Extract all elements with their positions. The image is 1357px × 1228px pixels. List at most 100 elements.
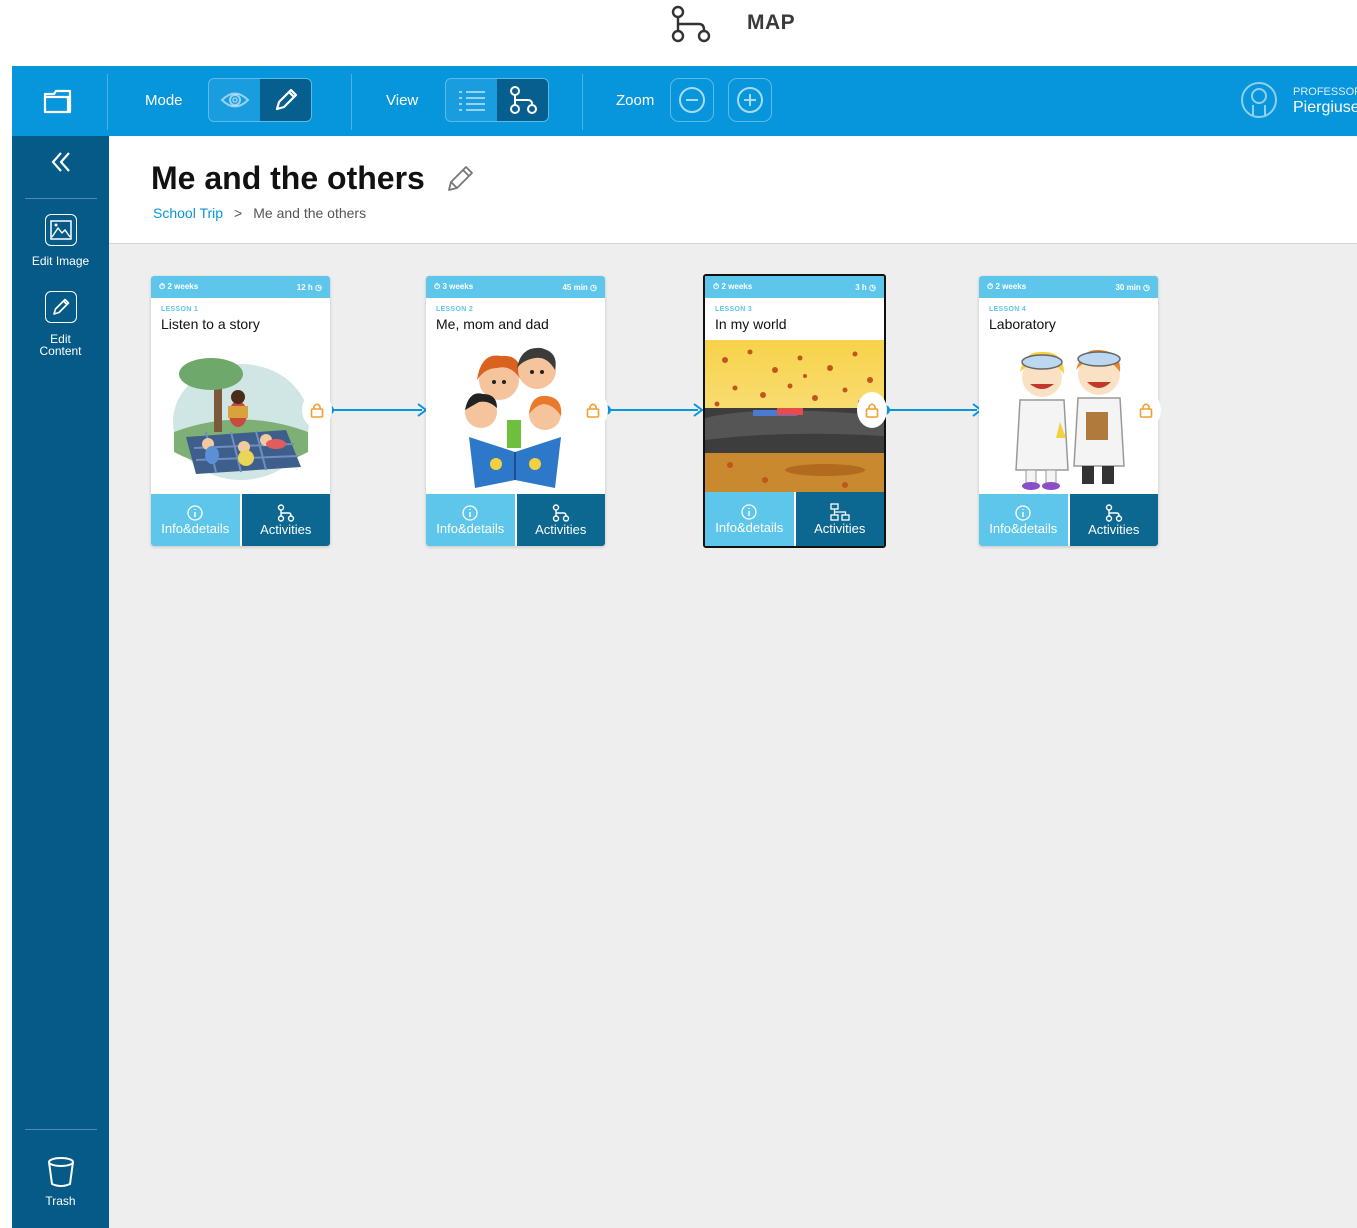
info-details-button[interactable]: Info&details — [979, 494, 1070, 546]
edit-title-pencil-icon[interactable] — [445, 164, 475, 194]
edit-content-label-line2: Content — [39, 344, 82, 358]
trash-button[interactable]: Trash — [12, 1156, 109, 1207]
card-lesson-number: LESSON 1 — [161, 306, 199, 313]
card-time: 45 min ◷ — [562, 282, 597, 292]
page-header: Me and the others School Trip > Me and the… — [109, 136, 1357, 244]
info-details-label: Info&details — [989, 520, 1058, 536]
activities-label: Activities — [1088, 521, 1140, 537]
card-title: In my world — [715, 316, 787, 332]
card-meta-bar: ⏱ 3 weeks 45 min ◷ — [426, 276, 605, 298]
breadcrumb-separator: > — [234, 205, 243, 221]
caption-title: MAP — [747, 11, 796, 34]
edit-image-button[interactable]: Edit Image — [12, 214, 109, 267]
lock-icon — [1139, 403, 1153, 418]
collapse-sidebar-button[interactable] — [12, 150, 109, 186]
activities-button[interactable]: Activities — [516, 494, 605, 546]
card-lesson-number: LESSON 3 — [715, 306, 753, 313]
map-icon — [509, 86, 537, 114]
info-icon — [741, 503, 757, 520]
lesson-connector — [330, 409, 422, 411]
card-meta-bar: ⏱ 2 weeks 30 min ◷ — [979, 276, 1158, 298]
info-details-label: Info&details — [161, 520, 230, 536]
edit-image-label: Edit Image — [31, 254, 90, 268]
mode-label: Mode — [145, 92, 183, 109]
card-title: Laboratory — [989, 316, 1056, 332]
lesson-connector — [885, 409, 977, 411]
info-details-label: Info&details — [436, 520, 505, 536]
activities-button[interactable]: Activities — [795, 492, 884, 546]
folder-icon[interactable] — [42, 86, 74, 116]
image-icon — [44, 214, 77, 246]
sitemap-icon — [830, 502, 850, 521]
lock-toggle[interactable] — [857, 392, 887, 428]
sidebar-divider — [25, 1129, 97, 1130]
card-duration: ⏱ 2 weeks — [159, 282, 199, 291]
card-lesson-number: LESSON 2 — [436, 306, 474, 313]
page-title: Me and the others — [151, 160, 425, 196]
card-footer: Info&details Activities — [426, 494, 605, 546]
card-title: Listen to a story — [161, 316, 260, 332]
card-duration: ⏱ 3 weeks — [434, 282, 474, 291]
card-time: 3 h ◷ — [855, 282, 876, 292]
map-view-button[interactable] — [497, 79, 548, 121]
mode-toggle — [208, 78, 312, 122]
map-icon — [671, 5, 711, 43]
minus-circle-icon — [679, 87, 705, 113]
card-duration: ⏱ 2 weeks — [987, 282, 1027, 291]
info-details-button[interactable]: Info&details — [705, 492, 796, 546]
user-role: PROFESSOR — [1293, 86, 1357, 98]
card-footer: Info&details Activities — [979, 494, 1158, 546]
activities-label: Activities — [814, 520, 866, 536]
card-meta-bar: ⏱ 2 weeks 3 h ◷ — [705, 276, 884, 298]
card-time: 12 h ◷ — [296, 282, 322, 292]
edit-mode-button[interactable] — [260, 79, 311, 121]
double-chevron-left-icon — [51, 152, 70, 172]
map-icon — [277, 503, 294, 522]
card-lesson-number: LESSON 4 — [989, 306, 1027, 313]
lock-icon — [586, 403, 600, 418]
info-details-label: Info&details — [715, 519, 784, 535]
activities-label: Activities — [260, 521, 312, 537]
window-caption: MAP — [0, 0, 1357, 66]
user-name[interactable]: Piergiuse — [1293, 99, 1357, 117]
list-view-button[interactable] — [446, 79, 497, 121]
zoom-in-button[interactable] — [728, 78, 772, 122]
lock-icon — [310, 403, 324, 418]
eye-icon — [220, 92, 249, 108]
pencil-icon — [44, 291, 77, 323]
lock-toggle[interactable] — [1131, 392, 1161, 428]
zoom-out-button[interactable] — [670, 78, 714, 122]
top-toolbar: Mode View Zoom PROFESSOR Piergiuse — [12, 66, 1357, 136]
info-details-button[interactable]: Info&details — [426, 494, 517, 546]
lock-toggle[interactable] — [302, 392, 332, 428]
trash-icon — [47, 1157, 74, 1187]
card-footer: Info&details Activities — [705, 492, 884, 546]
zoom-label: Zoom — [616, 92, 655, 109]
card-duration: ⏱ 2 weeks — [713, 282, 753, 291]
list-icon — [458, 91, 485, 111]
plus-circle-icon — [737, 87, 763, 113]
edit-content-button[interactable]: Edit Content — [12, 291, 109, 357]
card-meta-bar: ⏱ 2 weeks 12 h ◷ — [151, 276, 330, 298]
app-window: Mode View Zoom PROFESSOR Piergiuse Edit … — [12, 66, 1357, 1228]
map-icon — [1105, 503, 1122, 522]
activities-button[interactable]: Activities — [241, 494, 330, 546]
info-details-button[interactable]: Info&details — [151, 494, 242, 546]
card-title: Me, mom and dad — [436, 316, 549, 332]
activities-button[interactable]: Activities — [1069, 494, 1158, 546]
toolbar-divider — [582, 74, 583, 130]
card-time: 30 min ◷ — [1115, 282, 1150, 292]
trash-label: Trash — [45, 1194, 76, 1208]
user-avatar-icon[interactable] — [1240, 81, 1278, 119]
activities-label: Activities — [535, 521, 587, 537]
view-mode-button[interactable] — [209, 79, 260, 121]
lock-icon — [865, 403, 879, 418]
breadcrumb-parent-link[interactable]: School Trip — [153, 205, 223, 221]
map-icon — [552, 503, 569, 522]
sidebar: Edit Image Edit Content Trash — [12, 136, 109, 1228]
lock-toggle[interactable] — [578, 392, 608, 428]
breadcrumb: School Trip > Me and the others — [153, 205, 366, 221]
info-icon — [462, 504, 478, 521]
info-icon — [187, 504, 203, 521]
card-footer: Info&details Activities — [151, 494, 330, 546]
